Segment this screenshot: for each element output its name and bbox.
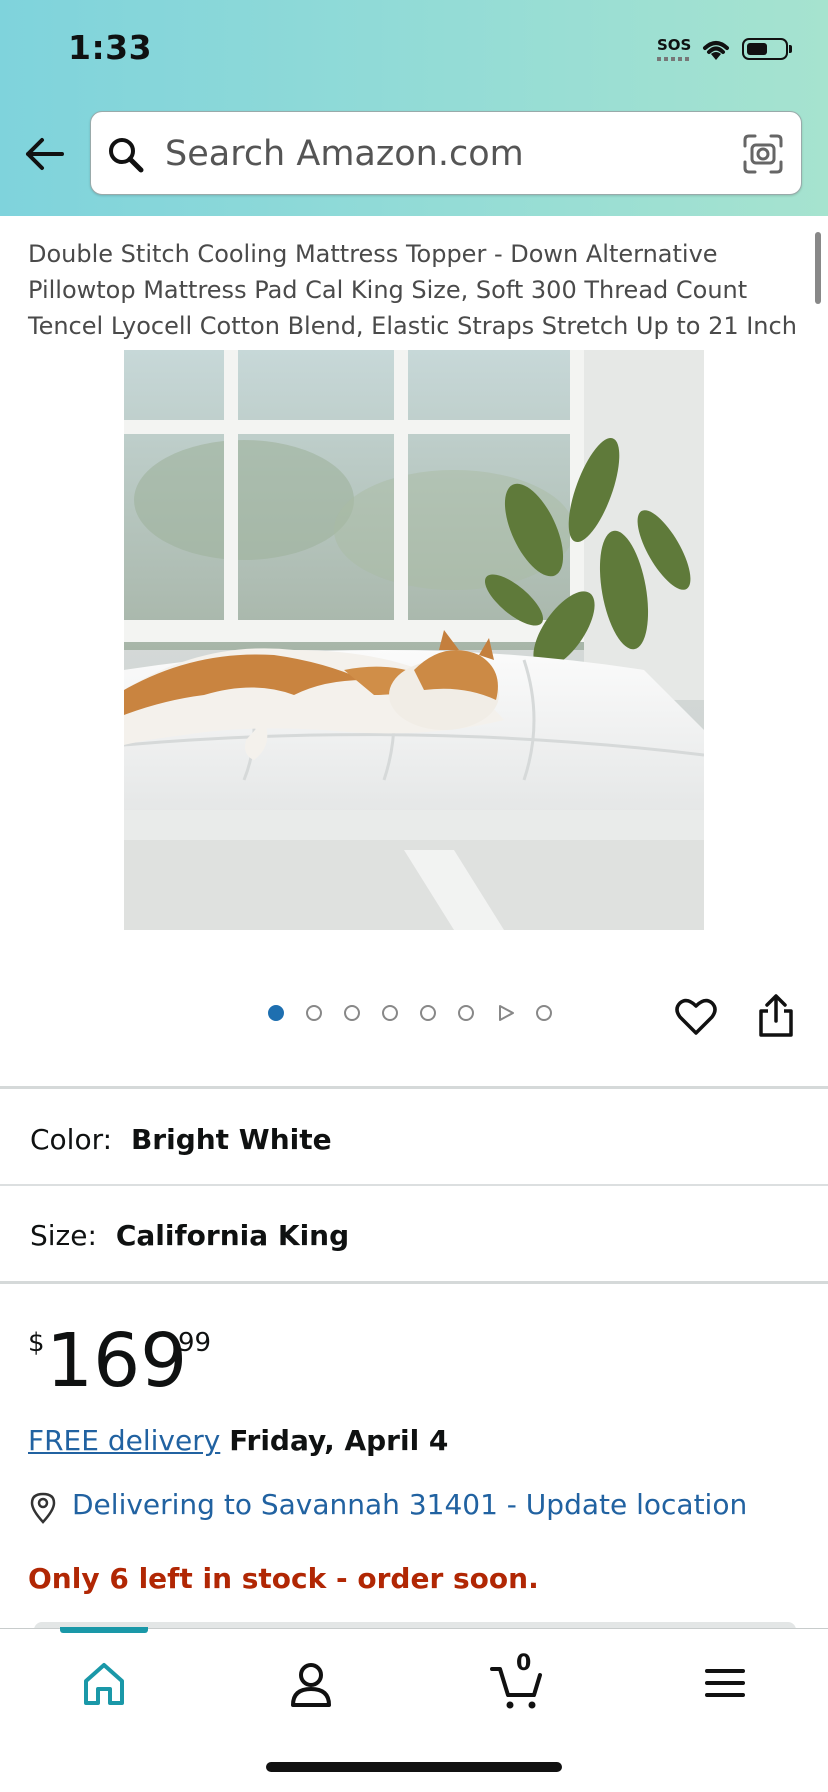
product-image[interactable] [124,350,704,930]
camera-lens-icon[interactable] [741,132,785,176]
delivery-info: FREE delivery Friday, April 4 [28,1424,448,1457]
app-header: 1:33 SOS [0,0,828,216]
price-fraction: 99 [178,1328,212,1358]
menu-icon[interactable] [695,1655,755,1711]
video-play-icon[interactable] [497,1004,515,1022]
location-text[interactable]: Delivering to Savannah 31401 - Update lo… [72,1488,747,1521]
home-indicator [266,1762,562,1772]
color-label: Color: [30,1123,113,1156]
search-input[interactable] [163,126,727,182]
price-whole: 169 [46,1318,188,1404]
size-label: Size: [30,1219,97,1252]
battery-cap [789,45,792,53]
product-photo [124,350,704,930]
carousel-dot-1[interactable] [268,1005,284,1021]
size-option-row[interactable]: Size: California King [30,1219,349,1252]
search-bar[interactable] [90,111,802,195]
delivery-date: Friday, April 4 [229,1424,449,1457]
status-time: 1:33 [68,28,153,67]
scrollbar[interactable] [815,232,821,304]
search-icon [109,138,144,173]
signal-dots [657,57,691,61]
free-delivery-link[interactable]: FREE delivery [28,1424,220,1457]
wifi-icon [703,41,729,60]
cart-button[interactable]: 0 [488,1651,548,1711]
home-icon[interactable] [74,1655,134,1711]
carousel-dot-4[interactable] [382,1005,398,1021]
divider [0,1086,828,1089]
battery-icon [742,38,788,60]
carousel-dot-8[interactable] [536,1005,552,1021]
color-option-row[interactable]: Color: Bright White [30,1123,332,1156]
account-icon[interactable] [281,1655,341,1711]
carousel-dot-5[interactable] [420,1005,436,1021]
price-symbol: $ [28,1328,45,1358]
back-arrow-icon[interactable] [22,132,66,176]
nav-active-indicator [60,1627,148,1633]
stock-status: Only 6 left in stock - order soon. [28,1562,539,1595]
heart-icon[interactable] [674,995,718,1039]
sos-indicator: SOS [657,36,692,54]
color-value: Bright White [130,1123,332,1156]
size-value: California King [115,1219,350,1252]
divider [0,1184,828,1186]
carousel-dot-6[interactable] [458,1005,474,1021]
product-title[interactable]: Double Stitch Cooling Mattress Topper - … [28,236,798,344]
divider [0,1281,828,1284]
share-icon[interactable] [754,991,798,1039]
carousel-dot-3[interactable] [344,1005,360,1021]
location-pin-icon [30,1492,56,1524]
carousel-dot-2[interactable] [306,1005,322,1021]
cart-count: 0 [516,1651,532,1676]
